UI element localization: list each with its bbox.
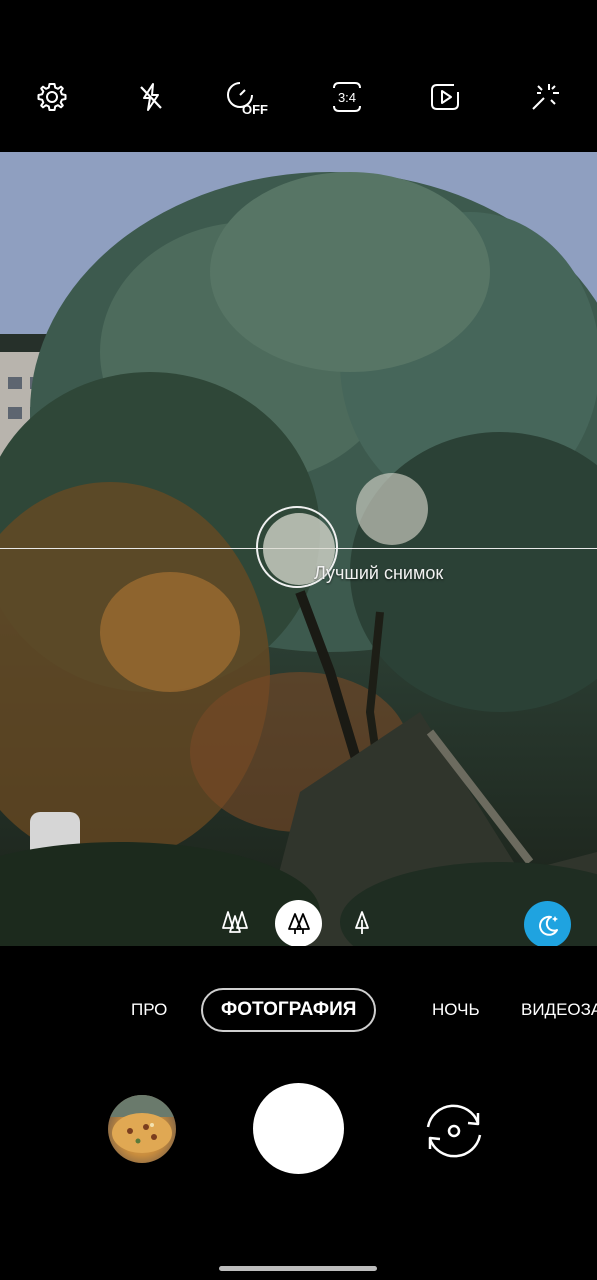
switch-camera-icon [426,1104,482,1158]
motion-photo-icon [431,84,459,110]
timer-button[interactable]: OFF [224,72,274,122]
lens-tele-button[interactable] [342,902,382,944]
switch-camera-button[interactable] [416,1093,492,1169]
gallery-thumbnail[interactable] [108,1095,176,1163]
moon-icon [538,915,558,936]
wide-angle-trees-icon [222,911,248,933]
best-shot-label: Лучший снимок [314,563,444,583]
camera-viewfinder[interactable] [0,152,597,946]
aspect-ratio-button[interactable]: 3:4 [322,72,372,122]
home-indicator[interactable] [219,1266,377,1271]
mode-video[interactable]: ВИДЕОЗА [521,988,597,1032]
tele-tree-icon [355,911,369,934]
gear-icon [37,83,67,111]
mode-night[interactable]: НОЧЬ [432,988,480,1032]
motion-photo-button[interactable] [420,72,470,122]
mode-pro[interactable]: ПРО [131,988,167,1032]
settings-button[interactable] [27,72,77,122]
lens-standard-button[interactable] [275,900,322,947]
mode-photo[interactable]: ФОТОГРАФИЯ [201,988,377,1032]
pizza-thumbnail-image [108,1095,176,1153]
shutter-button[interactable] [253,1083,344,1174]
aspect-ratio-icon: 3:4 [333,82,361,112]
timer-state-text: OFF [242,102,268,117]
flash-button[interactable] [126,72,176,122]
best-shot-target [356,473,428,545]
filter-effects-icon [532,84,559,110]
standard-trees-icon [287,912,310,934]
mode-selector: ПРО ФОТОГРАФИЯ НОЧЬ ВИДЕОЗА [0,988,597,1032]
flash-off-icon [140,83,162,111]
night-mode-toggle[interactable] [524,901,571,948]
timer-off-icon: OFF [227,82,268,117]
camera-top-bar: OFF 3:4 [0,0,597,152]
lens-wide-button[interactable] [214,902,256,944]
filters-button[interactable] [520,72,570,122]
aspect-ratio-text: 3:4 [338,90,356,105]
